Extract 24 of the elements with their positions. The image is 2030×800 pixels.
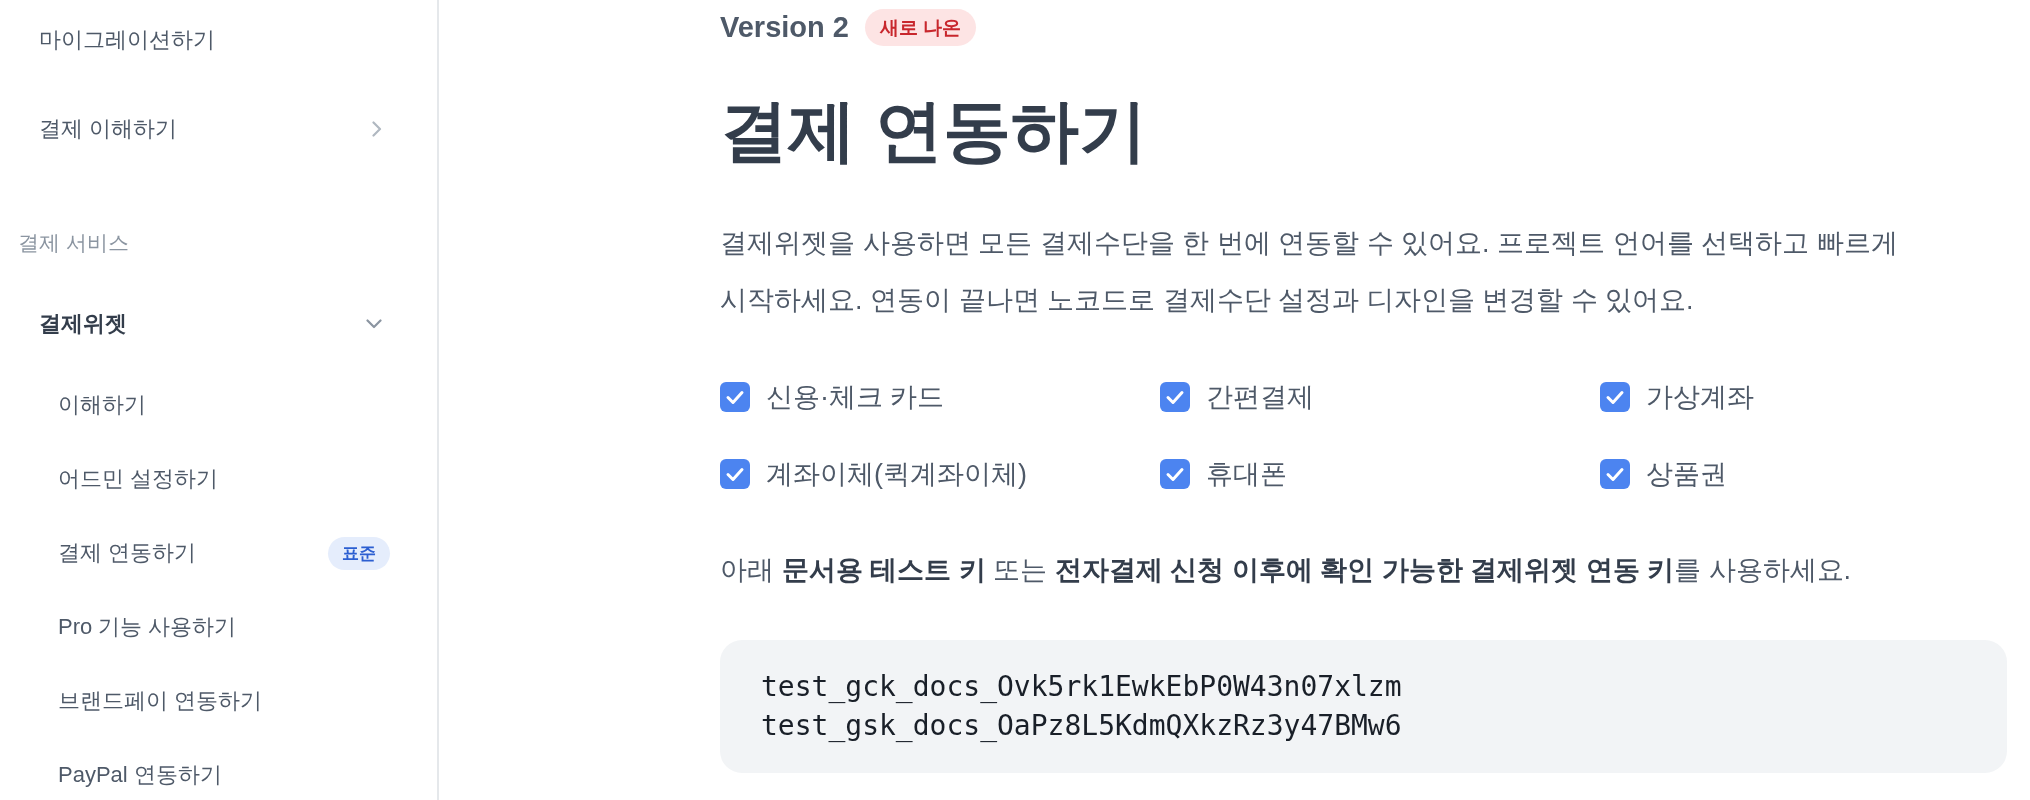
plan-badge: 표준 xyxy=(328,536,390,570)
sidebar-link[interactable]: 이해하기 xyxy=(58,390,146,420)
sidebar-link[interactable]: 결제 연동하기 xyxy=(58,538,197,568)
option-label: 간편결제 xyxy=(1206,381,1314,414)
sidebar-link[interactable]: 어드민 설정하기 xyxy=(58,464,219,494)
section-heading: 결제 서비스 xyxy=(17,230,129,256)
code-line: test_gsk_docs_OaPz8L5KdmQXkzRz3y47BMw6 xyxy=(761,708,1403,744)
sidebar-group-button[interactable]: 결제위젯 xyxy=(39,300,382,348)
instruction-text: 아래 문서용 테스트 키 또는 전자결제 신청 이후에 확인 가능한 결제위젯 연동 키를 사용하세요. xyxy=(720,554,1852,587)
sidebar-group-button[interactable]: 결제 이해하기 xyxy=(39,105,382,153)
new-badge: 새로 나온 xyxy=(864,9,977,46)
sidebar-link[interactable]: Pro 기능 사용하기 xyxy=(58,612,237,642)
option-label: 신용·체크 카드 xyxy=(766,381,945,414)
option-label: 계좌이체(퀵계좌이체) xyxy=(766,458,1027,491)
code-line: test_gck_docs_Ovk5rk1EwkEbP0W43n07xlzm xyxy=(761,669,1403,705)
version-label: Version 2 xyxy=(720,11,849,44)
intro-paragraph: 결제위젯을 사용하면 모든 결제수단을 한 번에 연동할 수 있어요. 프로젝트 언어를 선택하고 빠르게 시작하세요. 연동이 끝나면 노코드로 결제수단 설정과 디자인을 변경할 수 있어요. xyxy=(720,227,1899,317)
sidebar-link[interactable]: PayPal 연동하기 xyxy=(58,760,222,790)
option-label: 휴대폰 xyxy=(1206,458,1287,491)
sidebar-link[interactable]: 마이그레이션하기 xyxy=(39,25,215,55)
option-label: 가상계좌 xyxy=(1646,381,1754,414)
sidebar-link[interactable]: 브랜드페이 연동하기 xyxy=(58,686,263,716)
page-title: 결제 연동하기 xyxy=(720,91,1147,170)
option-label: 상품권 xyxy=(1646,458,1727,491)
